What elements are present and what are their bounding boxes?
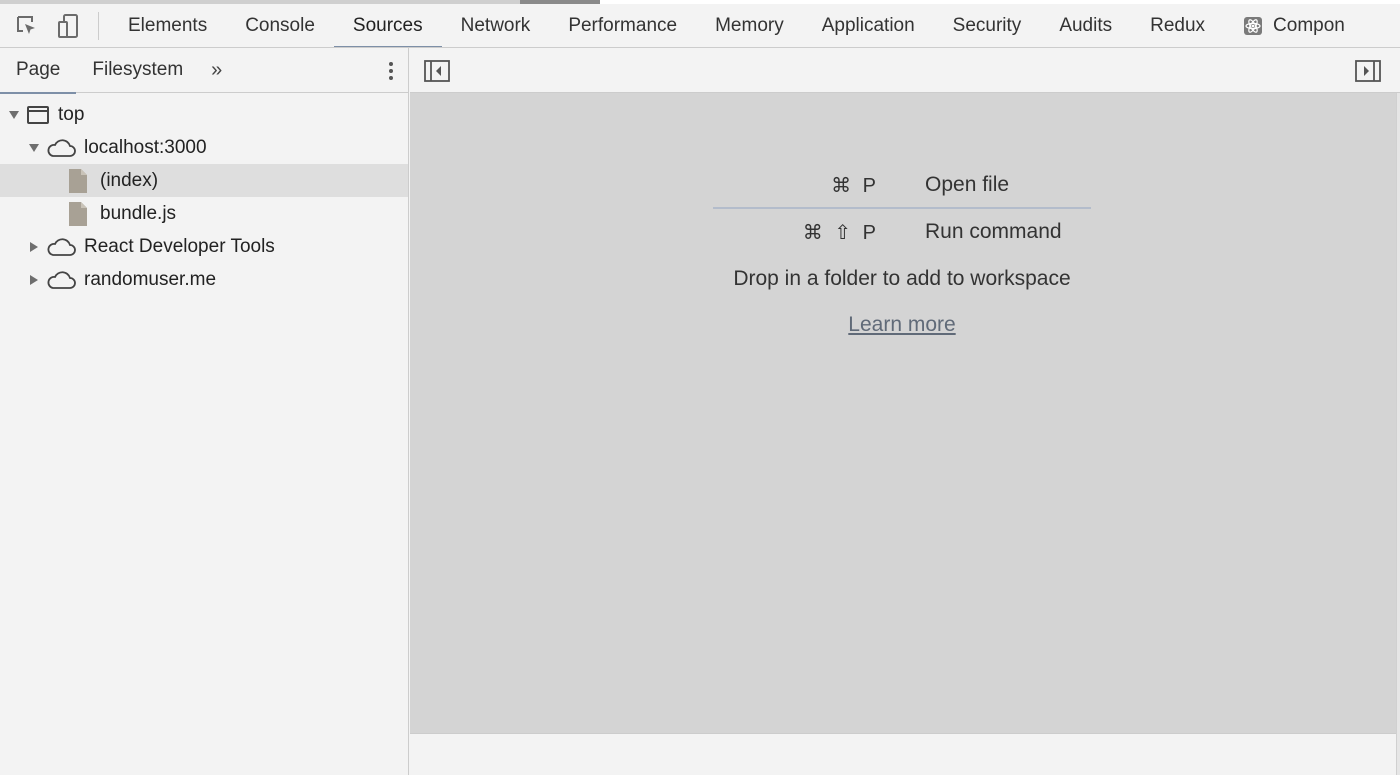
editor-placeholder-area: ⌘ P Open file ⌘ ⇧ P Run command Drop in … [410, 93, 1396, 733]
tab-page[interactable]: Page [0, 48, 77, 94]
shortcut-label: Run command [925, 220, 1062, 243]
editor-status-bar [410, 733, 1396, 775]
tab-label: Audits [1059, 14, 1113, 36]
tab-label: Application [821, 14, 915, 36]
expanded-arrow-icon[interactable] [8, 109, 20, 121]
tree-item-label: localhost:3000 [84, 136, 207, 158]
tab-elements[interactable]: Elements [109, 4, 226, 47]
right-edge-scrollbar[interactable] [1396, 93, 1400, 775]
tab-sources[interactable]: Sources [333, 4, 442, 47]
tab-label: Compon [1273, 14, 1345, 36]
shortcut-keys: ⌘ P [831, 174, 879, 197]
toggle-debugger-icon[interactable] [1355, 59, 1381, 83]
cloud-icon [46, 270, 76, 290]
tab-label: Network [460, 14, 531, 36]
tab-label: Memory [715, 14, 784, 36]
tree-item-label: bundle.js [100, 202, 177, 224]
tree-item-label: React Developer Tools [84, 235, 275, 257]
tree-item-index[interactable]: (index) [0, 164, 408, 197]
react-icon [1243, 16, 1263, 36]
cloud-icon [46, 237, 76, 257]
tab-security[interactable]: Security [934, 4, 1041, 47]
drop-folder-hint: Drop in a folder to add to workspace [733, 267, 1071, 290]
sources-main-panel: ⌘ P Open file ⌘ ⇧ P Run command Drop in … [410, 48, 1400, 775]
collapsed-arrow-icon[interactable] [28, 274, 40, 286]
tree-item-label: (index) [100, 169, 159, 191]
tree-item-localhost[interactable]: localhost:3000 [0, 131, 408, 164]
tab-application[interactable]: Application [803, 4, 934, 47]
expanded-arrow-icon[interactable] [28, 142, 40, 154]
tab-redux[interactable]: Redux [1131, 4, 1224, 47]
editor-toolbar [410, 48, 1400, 93]
learn-more-link[interactable]: Learn more [713, 303, 1091, 347]
tree-item-react-devtools[interactable]: React Developer Tools [0, 230, 408, 263]
device-toolbar-icon[interactable] [54, 11, 84, 41]
toggle-navigator-icon[interactable] [424, 59, 450, 83]
inspect-element-icon[interactable] [12, 11, 42, 41]
shortcut-hints: ⌘ P Open file ⌘ ⇧ P Run command Drop in … [713, 163, 1091, 347]
tab-label: Security [952, 14, 1022, 36]
navigator-sidebar: Page Filesystem » top localhost:3000 (in… [0, 48, 409, 775]
tab-label: Redux [1150, 14, 1206, 36]
tree-item-bundle[interactable]: bundle.js [0, 197, 408, 230]
more-tabs-button[interactable]: » [199, 48, 236, 93]
tree-item-top[interactable]: top [0, 98, 408, 131]
tab-label: Sources [352, 14, 423, 36]
tab-audits[interactable]: Audits [1040, 4, 1131, 47]
file-tree: top localhost:3000 (index) bundle.js Rea… [0, 93, 408, 296]
file-icon [68, 201, 88, 227]
frame-icon [26, 105, 50, 125]
shortcut-open-file: ⌘ P Open file [713, 163, 1091, 209]
tree-item-label: top [58, 103, 85, 125]
tab-performance[interactable]: Performance [549, 4, 696, 47]
toolbar-separator [98, 11, 99, 40]
tab-filesystem[interactable]: Filesystem [76, 48, 199, 93]
tab-label: Performance [568, 14, 678, 36]
more-tabs-label: » [211, 58, 223, 81]
cloud-icon [46, 138, 76, 158]
shortcut-keys: ⌘ ⇧ P [802, 221, 879, 244]
tab-label: Filesystem [92, 59, 184, 80]
file-icon [68, 168, 88, 194]
tab-label: Console [245, 14, 315, 36]
shortcut-label: Open file [925, 173, 1010, 196]
tab-label: Page [16, 59, 61, 80]
tab-memory[interactable]: Memory [696, 4, 803, 47]
tree-item-randomuser[interactable]: randomuser.me [0, 263, 408, 296]
tab-console[interactable]: Console [226, 4, 334, 47]
tree-item-label: randomuser.me [84, 268, 217, 290]
more-options-icon[interactable] [388, 48, 394, 93]
tab-label: Elements [128, 14, 208, 36]
tab-components[interactable]: Compon [1224, 4, 1364, 47]
tab-network[interactable]: Network [442, 4, 550, 47]
devtools-tab-bar: Elements Console Sources Network Perform… [0, 4, 1400, 48]
navigator-tabs: Page Filesystem » [0, 48, 408, 94]
collapsed-arrow-icon[interactable] [28, 241, 40, 253]
shortcut-run-command: ⌘ ⇧ P Run command [713, 209, 1091, 255]
